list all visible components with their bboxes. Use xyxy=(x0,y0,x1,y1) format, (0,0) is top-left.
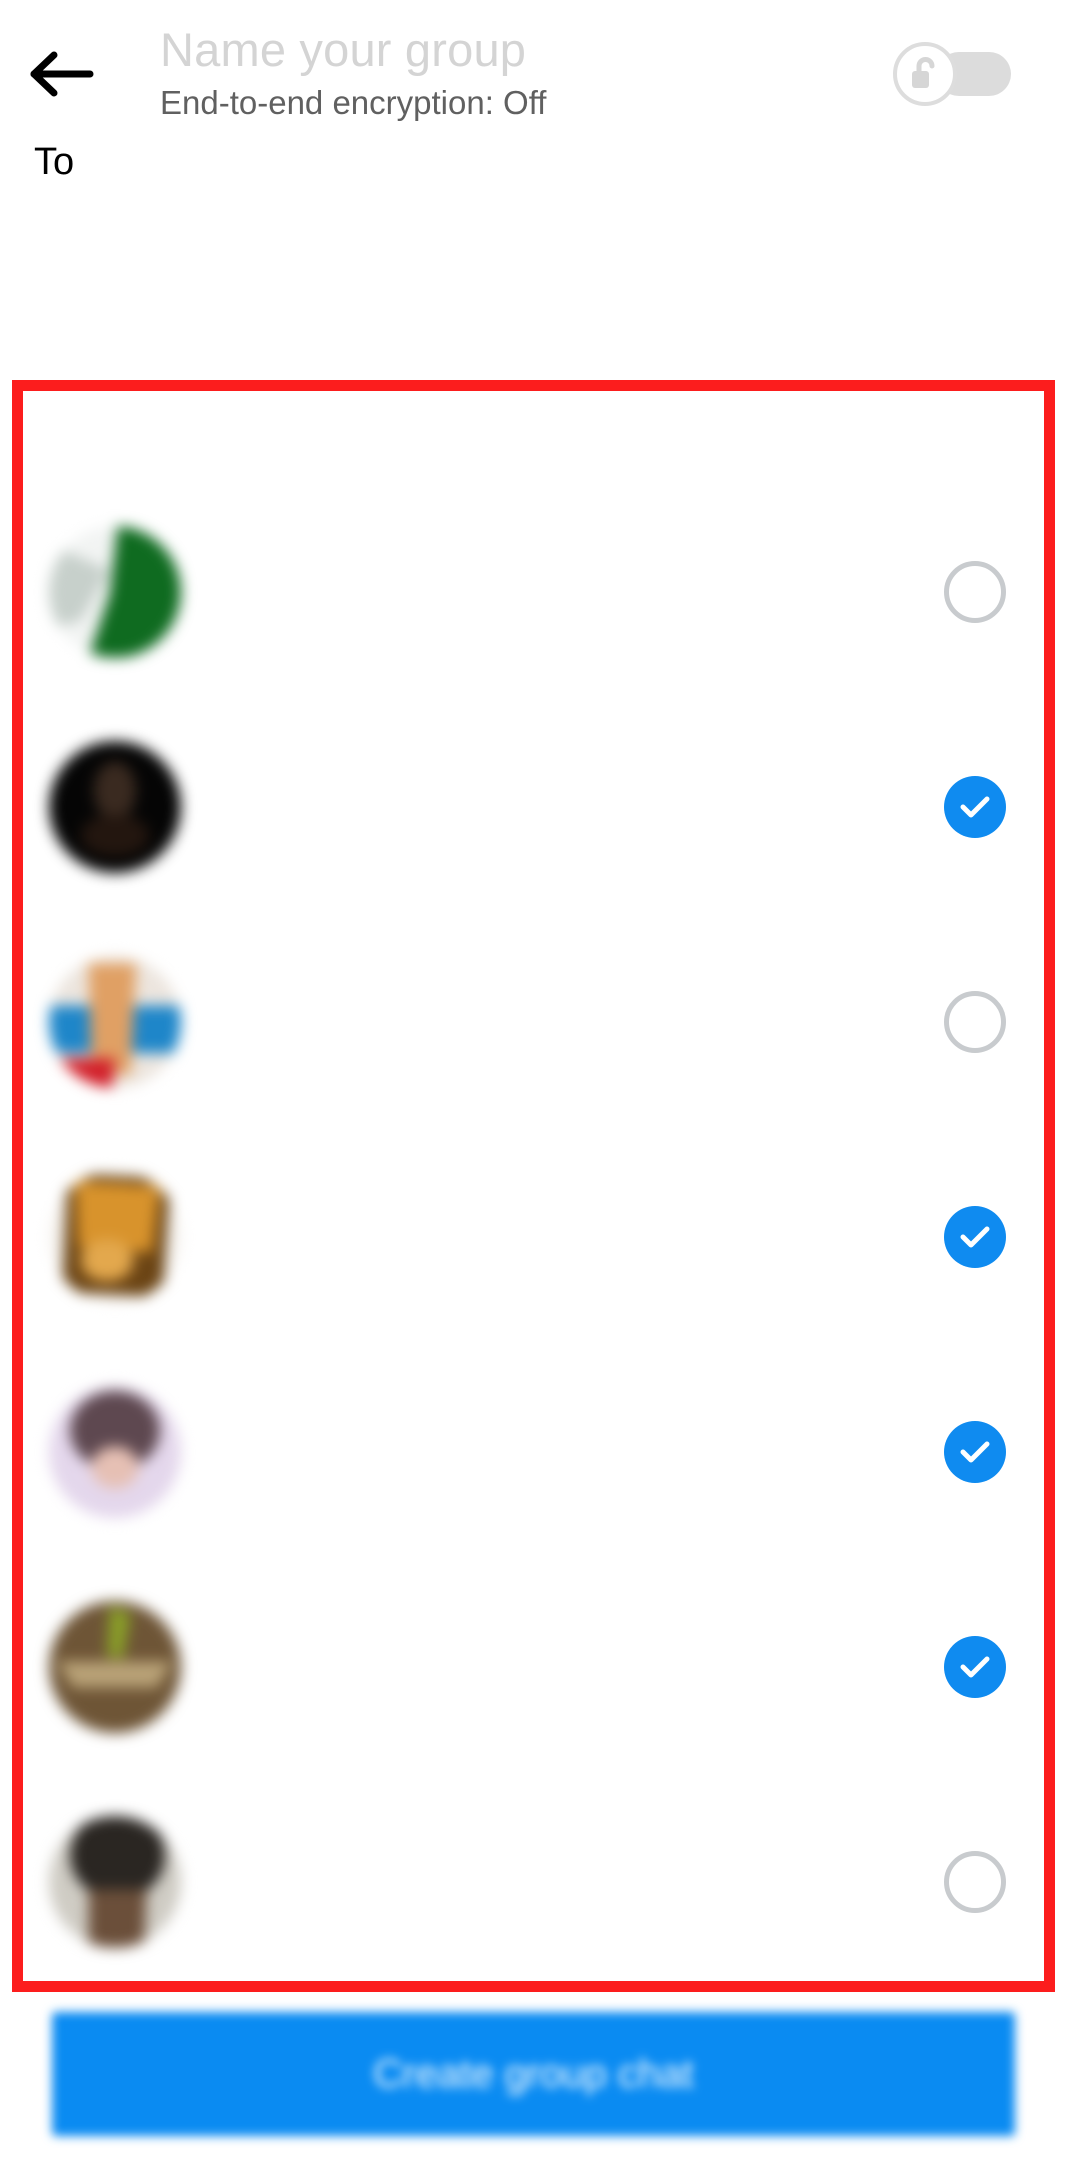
contact-meta xyxy=(181,1449,930,1455)
contact-select-checkbox[interactable] xyxy=(944,560,1006,623)
table-row[interactable] xyxy=(23,1344,1044,1559)
check-icon xyxy=(960,1226,990,1247)
contact-select-checkbox[interactable] xyxy=(944,775,1006,838)
check-icon xyxy=(960,796,990,817)
avatar xyxy=(49,955,181,1088)
recipients-row: To xyxy=(0,130,1067,200)
contact-meta xyxy=(181,589,930,595)
toggle-thumb xyxy=(893,42,957,106)
page-header: Name your group End-to-end encryption: O… xyxy=(0,0,1067,150)
contact-select-checkbox[interactable] xyxy=(944,1420,1006,1483)
group-name-input[interactable]: Name your group xyxy=(160,22,760,78)
contact-meta xyxy=(181,1664,930,1670)
contact-select-checkbox[interactable] xyxy=(944,1205,1006,1268)
table-row[interactable] xyxy=(23,484,1044,699)
avatar xyxy=(49,1385,181,1518)
avatar xyxy=(49,1815,181,1948)
table-row[interactable] xyxy=(23,1129,1044,1344)
contact-meta xyxy=(181,804,930,810)
red-highlight-box xyxy=(12,380,1055,1992)
contact-meta xyxy=(181,1019,930,1025)
avatar xyxy=(49,740,181,873)
table-row[interactable] xyxy=(23,1559,1044,1774)
check-icon xyxy=(960,1656,990,1677)
contact-select-checkbox[interactable] xyxy=(944,990,1006,1053)
contact-select-checkbox[interactable] xyxy=(944,1635,1006,1698)
recipients-input[interactable] xyxy=(110,138,994,188)
unlocked-padlock-icon xyxy=(909,56,941,92)
encryption-status-label: End-to-end encryption: Off xyxy=(160,84,547,121)
contact-meta xyxy=(181,1879,930,1885)
table-row[interactable] xyxy=(23,699,1044,914)
contact-meta xyxy=(181,1234,930,1240)
table-row[interactable] xyxy=(23,1774,1044,1981)
back-arrow-icon xyxy=(30,51,94,97)
create-group-chat-button[interactable]: Create group chat xyxy=(52,2012,1015,2136)
to-label: To xyxy=(34,141,75,183)
table-row[interactable] xyxy=(23,914,1044,1129)
avatar xyxy=(49,525,181,658)
avatar xyxy=(49,1170,181,1303)
header-text-block: Name your group End-to-end encryption: O… xyxy=(160,22,760,124)
check-icon xyxy=(960,1441,990,1462)
contact-select-checkbox[interactable] xyxy=(944,1850,1006,1913)
avatar xyxy=(49,1600,181,1733)
contact-list[interactable] xyxy=(23,391,1044,1981)
end-to-end-encryption-toggle[interactable] xyxy=(893,42,1011,106)
back-button[interactable] xyxy=(22,42,102,106)
